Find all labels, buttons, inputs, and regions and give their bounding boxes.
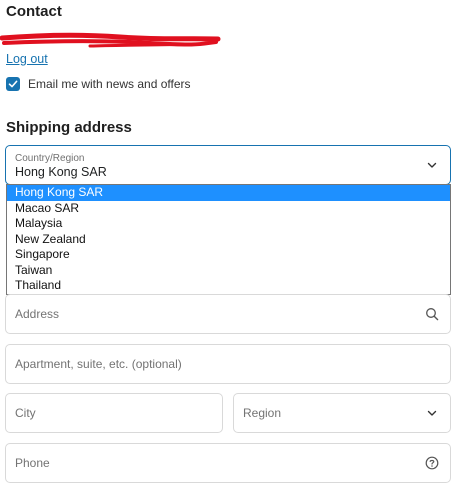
country-option-singapore[interactable]: Singapore <box>7 247 450 263</box>
email-opt-in-checkbox[interactable] <box>6 77 20 91</box>
country-option-malaysia[interactable]: Malaysia <box>7 216 450 232</box>
city-field <box>5 393 223 433</box>
help-circle-icon[interactable] <box>425 456 439 470</box>
country-region-label: Country/Region <box>15 153 85 164</box>
phone-field <box>5 443 451 483</box>
country-option-new-zealand[interactable]: New Zealand <box>7 232 450 248</box>
chevron-down-icon <box>427 162 437 168</box>
logout-link[interactable]: Log out <box>6 52 48 66</box>
country-option-taiwan[interactable]: Taiwan <box>7 263 450 279</box>
shipping-address-heading: Shipping address <box>6 119 132 136</box>
address-input[interactable] <box>6 295 450 333</box>
checkmark-icon <box>8 80 18 88</box>
address-field <box>5 294 451 334</box>
city-input[interactable] <box>6 394 222 432</box>
region-select[interactable]: Region <box>233 393 451 433</box>
country-option-hong-kong-sar[interactable]: Hong Kong SAR <box>7 185 450 201</box>
phone-input[interactable] <box>6 444 450 482</box>
country-region-value: Hong Kong SAR <box>15 165 107 179</box>
country-option-thailand[interactable]: Thailand <box>7 278 450 294</box>
country-dropdown-list: Hong Kong SAR Macao SAR Malaysia New Zea… <box>6 184 451 295</box>
email-opt-in-label: Email me with news and offers <box>28 77 191 91</box>
redaction-scribble <box>0 32 221 48</box>
apartment-field <box>5 344 451 384</box>
search-icon[interactable] <box>425 307 439 321</box>
contact-heading: Contact <box>6 3 62 20</box>
chevron-down-icon <box>427 410 437 416</box>
checkout-page: Contact Log out Email me with news and o… <box>0 0 474 488</box>
apartment-input[interactable] <box>6 345 450 383</box>
email-opt-in[interactable]: Email me with news and offers <box>6 77 191 91</box>
country-region-select[interactable]: Country/Region Hong Kong SAR <box>5 145 451 185</box>
country-option-macao-sar[interactable]: Macao SAR <box>7 201 450 217</box>
region-placeholder: Region <box>243 406 282 420</box>
